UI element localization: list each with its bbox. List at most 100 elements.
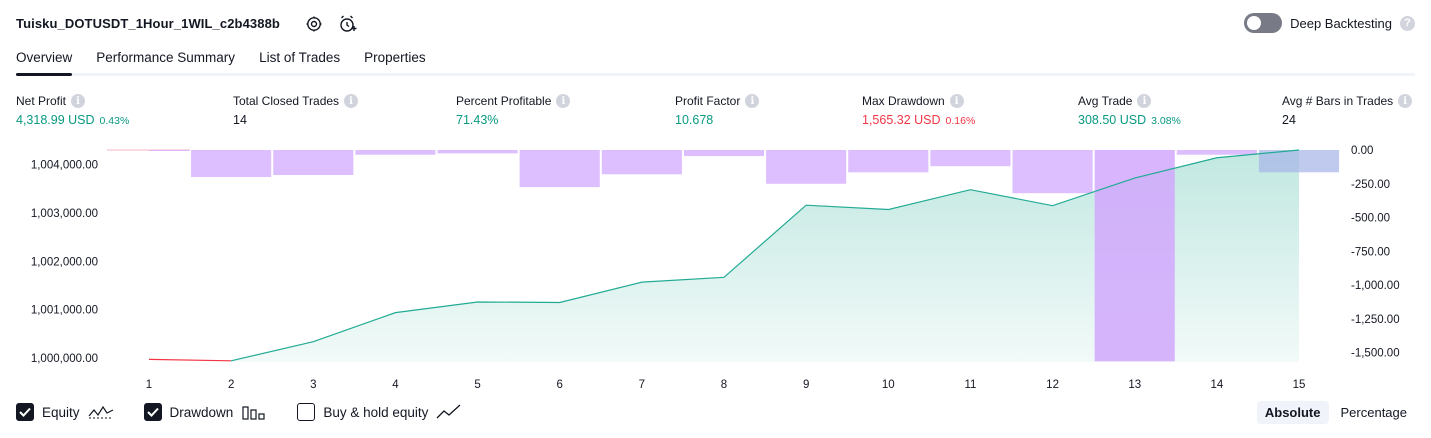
left-axis-tick: 1,002,000.00 xyxy=(31,256,98,268)
scale-toggle: Absolute Percentage xyxy=(1256,401,1416,424)
x-axis-tick: 5 xyxy=(474,379,480,391)
x-axis-tick: 13 xyxy=(1128,379,1141,391)
x-axis-tick: 12 xyxy=(1046,379,1059,391)
left-axis-tick: 1,001,000.00 xyxy=(31,305,98,317)
metric-total-closed-trades: Total Closed Trades i 14 xyxy=(233,94,359,127)
drawdown-bar xyxy=(273,150,354,175)
alarm-clock-plus-icon[interactable] xyxy=(338,14,358,34)
metric-percent-profitable: Percent Profitable i 71.43% xyxy=(456,94,571,127)
legend-label: Equity xyxy=(42,404,80,420)
drawdown-bar xyxy=(601,150,682,175)
report-header: Tuisku_DOTUSDT_1Hour_1WIL_c2b4388b Deep … xyxy=(16,12,1415,36)
metric-label: Net Profit xyxy=(16,94,67,108)
right-axis-tick: -500.00 xyxy=(1351,213,1390,225)
metric-net-profit: Net Profit i 4,318.99 USD 0.43% xyxy=(16,94,129,127)
info-icon[interactable]: i xyxy=(71,94,86,108)
drawdown-bar xyxy=(355,150,436,155)
toggle-knob xyxy=(1247,16,1262,30)
metric-value: 1,565.32 USD xyxy=(862,113,941,127)
equity-loss-segment xyxy=(148,358,232,362)
right-axis-tick: -750.00 xyxy=(1351,246,1390,258)
x-axis-tick: 3 xyxy=(310,379,316,391)
equity-drawdown-chart[interactable]: 1,004,000.00 1,003,000.00 1,002,000.00 1,00… xyxy=(0,140,1431,395)
metric-value: 14 xyxy=(233,113,247,127)
x-axis-tick: 1 xyxy=(146,379,152,391)
metric-profit-factor: Profit Factor i 10.678 xyxy=(675,94,760,127)
tab-overview[interactable]: Overview xyxy=(16,44,73,76)
left-axis-tick: 1,004,000.00 xyxy=(31,160,98,172)
deep-backtesting-control: Deep Backtesting ? xyxy=(1244,13,1415,33)
drawdown-bar xyxy=(437,150,518,154)
metric-label: Profit Factor xyxy=(675,94,741,108)
x-axis-tick: 14 xyxy=(1210,379,1223,391)
metric-percent: 0.16% xyxy=(945,115,976,127)
right-axis-tick: -1,500.00 xyxy=(1351,348,1400,360)
right-axis-tick: -250.00 xyxy=(1351,179,1390,191)
drawdown-bar xyxy=(1258,150,1340,173)
x-axis-tick: 11 xyxy=(964,379,976,391)
tab-properties[interactable]: Properties xyxy=(364,44,426,73)
info-icon[interactable]: i xyxy=(745,94,760,108)
x-axis-tick: 4 xyxy=(392,379,399,391)
info-icon[interactable]: i xyxy=(556,94,571,108)
drawdown-bar xyxy=(149,150,190,151)
right-axis-tick: -1,000.00 xyxy=(1351,280,1400,292)
metrics-row: Net Profit i 4,318.99 USD 0.43% Total Clos… xyxy=(16,94,1415,130)
info-icon[interactable]: i xyxy=(1137,94,1152,108)
deep-backtesting-toggle[interactable] xyxy=(1244,13,1283,33)
report-tabs: Overview Performance Summary List of Tra… xyxy=(16,44,1415,76)
metric-value: 24 xyxy=(1282,113,1296,127)
tab-performance-summary[interactable]: Performance Summary xyxy=(96,44,235,73)
info-icon[interactable]: i xyxy=(344,94,359,108)
bars-icon xyxy=(242,406,265,420)
drawdown-bar xyxy=(683,150,765,157)
drawdown-checkbox[interactable] xyxy=(143,403,162,421)
legend-label: Drawdown xyxy=(169,404,234,420)
x-axis-tick: 6 xyxy=(557,379,563,391)
metric-percent: 3.08% xyxy=(1151,115,1181,127)
drawdown-bar xyxy=(930,150,1011,167)
metric-value: 4,318.99 USD xyxy=(16,113,95,127)
trend-line-icon xyxy=(436,404,461,419)
deep-backtesting-label: Deep Backtesting xyxy=(1290,15,1392,31)
metric-label: Max Drawdown xyxy=(862,94,945,108)
legend-drawdown[interactable]: Drawdown xyxy=(143,403,268,421)
buy-hold-checkbox[interactable] xyxy=(297,403,316,421)
metric-label: Avg Trade xyxy=(1078,94,1133,108)
metric-label: Avg # Bars in Trades xyxy=(1282,94,1394,108)
legend-buy-hold-equity[interactable]: Buy & hold equity xyxy=(297,403,462,421)
metric-value: 71.43% xyxy=(456,113,499,127)
drawdown-bar xyxy=(766,150,847,184)
drawdown-bar xyxy=(1176,150,1257,155)
x-axis-tick: 8 xyxy=(721,379,727,391)
metric-max-drawdown: Max Drawdown i 1,565.32 USD 0.16% xyxy=(862,94,975,127)
help-icon[interactable]: ? xyxy=(1400,15,1415,31)
drawdown-bar xyxy=(191,150,272,178)
drawdown-bar xyxy=(1012,150,1093,194)
metric-percent: 0.43% xyxy=(99,115,130,127)
metric-value: 10.678 xyxy=(675,113,714,127)
gear-icon[interactable] xyxy=(304,14,324,34)
legend-label: Buy & hold equity xyxy=(323,404,429,420)
drawdown-bar xyxy=(519,150,600,188)
equity-checkbox[interactable] xyxy=(16,403,34,421)
equity-line-icon xyxy=(88,405,113,419)
absolute-button[interactable]: Absolute xyxy=(1256,401,1329,424)
metric-avg-trade: Avg Trade i 308.50 USD 3.08% xyxy=(1078,94,1181,127)
left-axis-tick: 1,000,000.00 xyxy=(31,353,98,365)
right-axis-tick: -1,250.00 xyxy=(1351,314,1400,326)
chart-legend: Equity Drawdown Buy & hold equity xyxy=(16,403,492,421)
info-icon[interactable]: i xyxy=(949,94,964,108)
legend-equity[interactable]: Equity xyxy=(16,403,114,421)
metric-label: Total Closed Trades xyxy=(233,94,340,108)
strategy-name: Tuisku_DOTUSDT_1Hour_1WIL_c2b4388b xyxy=(16,16,280,31)
metric-value: 308.50 USD xyxy=(1078,113,1147,127)
drawdown-bar xyxy=(1094,150,1175,362)
info-icon[interactable]: i xyxy=(1398,94,1413,108)
x-axis-tick: 10 xyxy=(882,379,895,391)
tab-list-of-trades[interactable]: List of Trades xyxy=(259,44,340,73)
x-axis-tick: 7 xyxy=(639,379,645,391)
x-axis-tick: 2 xyxy=(228,379,234,391)
right-axis-tick: 0.00 xyxy=(1351,145,1373,157)
percentage-button[interactable]: Percentage xyxy=(1333,401,1416,424)
